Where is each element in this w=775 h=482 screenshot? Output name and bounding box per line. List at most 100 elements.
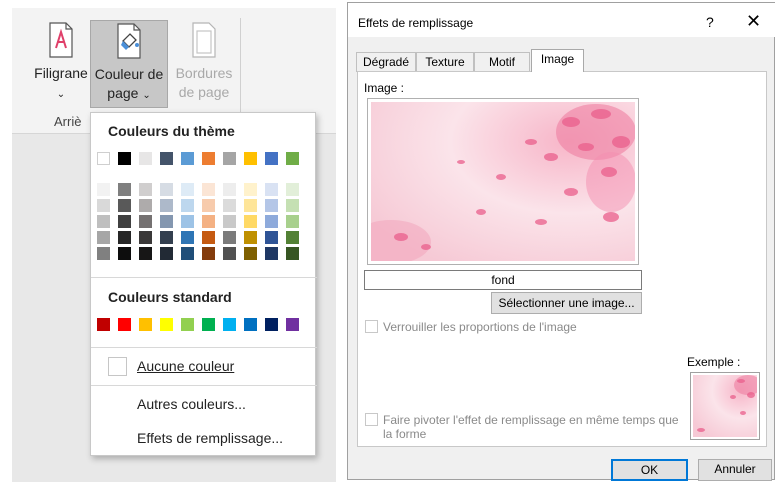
theme-shade-swatch[interactable]: [223, 231, 236, 244]
no-color-item[interactable]: Aucune couleur: [137, 358, 234, 374]
theme-shade-swatch[interactable]: [97, 247, 110, 260]
theme-shade-swatch[interactable]: [223, 247, 236, 260]
tab-image[interactable]: Image: [531, 49, 584, 72]
theme-color-swatch[interactable]: [265, 152, 278, 165]
lock-ratio-label: Verrouiller les proportions de l'image: [383, 320, 577, 334]
theme-shade-swatch[interactable]: [265, 199, 278, 212]
close-icon[interactable]: ✕: [746, 11, 761, 32]
fill-effects-dialog: Effets de remplissage ? ✕ Dégradé Textur…: [347, 2, 775, 481]
theme-shade-swatch[interactable]: [118, 231, 131, 244]
tab-gradient[interactable]: Dégradé: [356, 52, 416, 72]
theme-color-swatch[interactable]: [139, 152, 152, 165]
theme-shade-swatch[interactable]: [265, 183, 278, 196]
theme-shade-swatch[interactable]: [202, 231, 215, 244]
ok-button[interactable]: OK: [611, 459, 688, 481]
theme-shade-swatch[interactable]: [286, 231, 299, 244]
theme-shade-swatch[interactable]: [97, 199, 110, 212]
standard-color-swatch[interactable]: [265, 318, 278, 331]
watermark-button[interactable]: Filigrane ⌄: [32, 20, 90, 108]
theme-color-swatch[interactable]: [202, 152, 215, 165]
standard-color-swatch[interactable]: [139, 318, 152, 331]
theme-shade-swatch[interactable]: [181, 247, 194, 260]
theme-color-swatch[interactable]: [97, 152, 110, 165]
theme-shade-swatch[interactable]: [286, 247, 299, 260]
theme-shade-swatch[interactable]: [244, 215, 257, 228]
theme-shade-swatch[interactable]: [244, 231, 257, 244]
rotate-fill-checkbox[interactable]: [365, 413, 378, 426]
page-color-button[interactable]: Couleur de page ⌄: [90, 20, 168, 108]
lock-ratio-checkbox[interactable]: [365, 320, 378, 333]
standard-color-swatch[interactable]: [244, 318, 257, 331]
theme-shade-swatch[interactable]: [139, 231, 152, 244]
theme-shade-swatch[interactable]: [118, 199, 131, 212]
standard-color-swatch[interactable]: [160, 318, 173, 331]
theme-shade-swatch[interactable]: [265, 215, 278, 228]
watermark-label: Filigrane: [34, 65, 88, 81]
theme-shade-swatch[interactable]: [181, 183, 194, 196]
theme-shade-swatch[interactable]: [139, 215, 152, 228]
theme-shade-swatch[interactable]: [202, 247, 215, 260]
theme-shade-swatch[interactable]: [160, 247, 173, 260]
image-name-field: fond: [364, 270, 642, 290]
theme-color-swatch[interactable]: [118, 152, 131, 165]
dialog-titlebar: Effets de remplissage ? ✕: [348, 3, 775, 37]
theme-shade-swatch[interactable]: [97, 183, 110, 196]
more-colors-item[interactable]: Autres couleurs...: [137, 396, 246, 412]
theme-shade-swatch[interactable]: [202, 183, 215, 196]
theme-shade-swatch[interactable]: [160, 215, 173, 228]
theme-shade-swatch[interactable]: [160, 199, 173, 212]
rotate-fill-line-1: Faire pivoter l'effet de remplissage en …: [383, 413, 679, 427]
theme-shade-swatch[interactable]: [181, 231, 194, 244]
theme-shade-swatch[interactable]: [244, 199, 257, 212]
standard-color-swatch[interactable]: [202, 318, 215, 331]
theme-shade-swatch[interactable]: [139, 183, 152, 196]
rotate-fill-line-2: la forme: [383, 427, 427, 441]
pink-petals-image: [371, 102, 635, 261]
theme-shade-swatch[interactable]: [160, 231, 173, 244]
theme-shade-swatch[interactable]: [286, 215, 299, 228]
theme-shade-swatch[interactable]: [244, 183, 257, 196]
image-preview: [367, 98, 639, 265]
standard-color-swatch[interactable]: [286, 318, 299, 331]
page-borders-button[interactable]: Bordures de page: [170, 20, 238, 108]
theme-shade-swatch[interactable]: [202, 199, 215, 212]
theme-shade-swatch[interactable]: [160, 183, 173, 196]
theme-shade-swatch[interactable]: [97, 231, 110, 244]
theme-shade-swatch[interactable]: [97, 215, 110, 228]
theme-color-swatch[interactable]: [286, 152, 299, 165]
tab-texture[interactable]: Texture: [416, 52, 474, 72]
theme-color-swatch[interactable]: [181, 152, 194, 165]
select-image-button[interactable]: Sélectionner une image...: [491, 292, 642, 314]
standard-color-swatch[interactable]: [97, 318, 110, 331]
watermark-icon: [49, 22, 73, 58]
theme-shade-swatch[interactable]: [181, 215, 194, 228]
theme-shade-swatch[interactable]: [139, 247, 152, 260]
theme-color-swatch[interactable]: [244, 152, 257, 165]
image-label: Image :: [364, 81, 405, 95]
page-borders-label-1: Bordures: [175, 65, 233, 81]
theme-shade-swatch[interactable]: [244, 247, 257, 260]
theme-color-swatch[interactable]: [160, 152, 173, 165]
theme-shade-swatch[interactable]: [181, 199, 194, 212]
theme-shade-swatch[interactable]: [223, 199, 236, 212]
standard-color-swatch[interactable]: [223, 318, 236, 331]
theme-shade-swatch[interactable]: [265, 247, 278, 260]
theme-shade-swatch[interactable]: [118, 183, 131, 196]
fill-effects-item[interactable]: Effets de remplissage...: [137, 430, 283, 446]
theme-shade-swatch[interactable]: [139, 199, 152, 212]
theme-shade-swatch[interactable]: [286, 199, 299, 212]
theme-shade-swatch[interactable]: [223, 183, 236, 196]
theme-shade-swatch[interactable]: [286, 183, 299, 196]
theme-shade-swatch[interactable]: [202, 215, 215, 228]
cancel-button[interactable]: Annuler: [698, 459, 772, 481]
help-button[interactable]: ?: [706, 14, 714, 30]
page-color-label-1: Couleur de: [94, 66, 164, 82]
standard-color-swatch[interactable]: [118, 318, 131, 331]
theme-color-swatch[interactable]: [223, 152, 236, 165]
theme-shade-swatch[interactable]: [118, 215, 131, 228]
theme-shade-swatch[interactable]: [118, 247, 131, 260]
standard-color-swatch[interactable]: [181, 318, 194, 331]
theme-shade-swatch[interactable]: [223, 215, 236, 228]
theme-shade-swatch[interactable]: [265, 231, 278, 244]
tab-pattern[interactable]: Motif: [474, 52, 530, 72]
